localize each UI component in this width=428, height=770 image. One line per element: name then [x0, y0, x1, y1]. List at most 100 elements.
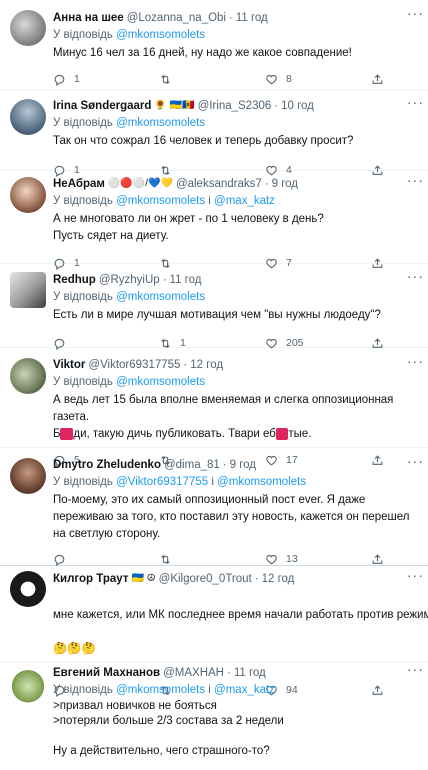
timestamp[interactable]: 9 год — [272, 176, 298, 192]
reply-button[interactable] — [53, 553, 159, 566]
reply-mention[interactable]: @Viktor69317755 — [116, 476, 208, 488]
reply-context: У відповідь @mkomsomolets — [53, 115, 420, 131]
timestamp[interactable]: 9 год — [230, 457, 256, 473]
author-handle[interactable]: @Kilgore0_0Trout — [159, 571, 252, 587]
author-handle[interactable]: @Viktor69317755 — [88, 357, 180, 373]
avatar[interactable] — [10, 458, 46, 494]
avatar[interactable] — [10, 99, 46, 135]
tweet-header: Килгор Траут 🇺🇦 ☮ @Kilgore0_0Trout · 12 … — [53, 571, 420, 587]
more-icon[interactable]: ··· — [407, 6, 424, 20]
author-flags: 🇺🇦 ☮ — [131, 573, 156, 584]
more-icon[interactable]: ··· — [407, 269, 424, 283]
timestamp[interactable]: 11 год — [170, 272, 202, 288]
tweet-text-line: мне кажется, или МК последнее время нача… — [53, 609, 428, 621]
author-name[interactable]: Dmytro Zheludenko — [53, 457, 161, 473]
author-name[interactable]: Viktor — [53, 357, 85, 373]
retweet-icon — [161, 74, 170, 84]
more-icon[interactable]: ··· — [407, 354, 424, 368]
author-name[interactable]: НеАбрам — [53, 176, 105, 192]
timestamp[interactable]: 11 год — [234, 665, 266, 681]
more-icon[interactable]: ··· — [407, 454, 424, 468]
reply-button[interactable]: 1 — [53, 73, 159, 86]
tweet[interactable]: НеАбрам ⚪🔴⚪/💙💛 @aleksandraks7 · 9 год У … — [0, 171, 428, 270]
more-icon[interactable]: ··· — [407, 662, 424, 676]
reply-mention[interactable]: @max_katz — [214, 195, 275, 207]
timestamp[interactable]: 12 год — [262, 571, 295, 587]
reply-mention[interactable]: @mkomsomolets — [116, 291, 205, 303]
reply-mention[interactable]: @mkomsomolets — [116, 29, 205, 41]
author-handle[interactable]: @Irina_S2306 — [198, 98, 272, 114]
separator-dot: · — [264, 178, 269, 190]
heart-icon — [266, 554, 277, 564]
reply-mention[interactable]: @mkomsomolets — [116, 195, 205, 207]
tweet-header: Евгений Махнанов @MAXHAH · 11 год — [53, 665, 420, 681]
tweet[interactable]: Евгений Махнанов @MAXHAH · 11 год У відп… — [0, 662, 428, 770]
reply-context: У відповідь @mkomsomolets і @max_katz — [53, 682, 420, 698]
reply-context: У відповідь @mkomsomolets і @max_katz — [53, 193, 420, 209]
timestamp[interactable]: 12 год — [190, 357, 223, 373]
author-flags: ⚪🔴⚪/💙💛 — [107, 178, 173, 189]
tweet-text: Так он что сожрал 16 человек и теперь до… — [53, 135, 354, 147]
author-handle[interactable]: @RyzhyiUp — [99, 272, 160, 288]
reply-mention[interactable]: @mkomsomolets — [116, 117, 205, 129]
avatar[interactable] — [10, 358, 46, 394]
retweet-button[interactable] — [159, 73, 265, 86]
reply-icon — [54, 554, 65, 566]
reply-mention[interactable]: @max_katz — [214, 684, 275, 696]
share-button[interactable] — [371, 553, 384, 566]
author-name[interactable]: Redhup — [53, 272, 96, 288]
reply-mention[interactable]: @mkomsomolets — [217, 476, 306, 488]
author-flags: 🌻 🇺🇦🇲🇩 — [154, 100, 195, 111]
like-button[interactable]: 13 — [265, 553, 371, 566]
separator-dot: · — [228, 12, 233, 24]
like-button[interactable]: 8 — [265, 73, 371, 86]
author-name[interactable]: Анна на шее — [53, 10, 124, 26]
tweet[interactable]: Viktor @Viktor69317755 · 12 год У відпов… — [0, 348, 428, 467]
tweet[interactable]: Анна на шее @Lozanna_na_Obi · 11 год У в… — [0, 0, 428, 91]
share-icon — [372, 553, 383, 564]
reply-context: У відповідь @mkomsomolets — [53, 289, 420, 305]
avatar[interactable] — [10, 10, 46, 46]
author-name[interactable]: Irina Søndergaard — [53, 98, 151, 114]
tweet-header: Viktor @Viktor69317755 · 12 год — [53, 357, 420, 373]
like-count: 8 — [286, 73, 292, 85]
share-button[interactable] — [371, 73, 384, 86]
timestamp[interactable]: 11 год — [236, 10, 268, 26]
reply-prefix: У відповідь — [53, 291, 113, 303]
reply-prefix: У відповідь — [53, 117, 113, 129]
author-name[interactable]: Килгор Траут — [53, 571, 128, 587]
timestamp[interactable]: 10 год — [281, 98, 314, 114]
avatar[interactable] — [10, 571, 46, 607]
retweet-button[interactable] — [159, 553, 265, 566]
tweet-content: Irina Søndergaard 🌻 🇺🇦🇲🇩 @Irina_S2306 · … — [53, 98, 420, 178]
avatar[interactable] — [10, 272, 46, 308]
reply-feed: Анна на шее @Lozanna_na_Obi · 11 год У в… — [0, 0, 428, 770]
separator-dot: · — [222, 459, 227, 471]
reply-and: і — [208, 195, 211, 207]
tweet[interactable]: Килгор Траут 🇺🇦 ☮ @Kilgore0_0Trout · 12 … — [0, 566, 428, 697]
author-handle[interactable]: @MAXHAH — [163, 665, 224, 681]
reply-mention[interactable]: @mkomsomolets — [116, 684, 205, 696]
more-icon[interactable]: ··· — [407, 173, 424, 187]
author-handle[interactable]: @aleksandraks7 — [176, 176, 262, 192]
reply-mention[interactable]: @mkomsomolets — [116, 376, 205, 388]
more-icon[interactable]: ··· — [407, 568, 424, 582]
tweet-content: Dmytro Zheludenko @dima_81 · 9 год У від… — [53, 457, 420, 567]
share-icon — [372, 73, 383, 84]
reply-prefix: У відповідь — [53, 376, 113, 388]
tweet[interactable]: Dmytro Zheludenko @dima_81 · 9 год У від… — [0, 448, 428, 566]
like-count: 13 — [286, 553, 298, 565]
text-segment: тые. — [288, 428, 312, 440]
tweet[interactable]: Redhup @RyzhyiUp · 11 год У відповідь @m… — [0, 264, 428, 350]
author-handle[interactable]: @Lozanna_na_Obi — [127, 10, 226, 26]
tweet-actions: 13 — [53, 551, 420, 567]
tweet[interactable]: Irina Søndergaard 🌻 🇺🇦🇲🇩 @Irina_S2306 · … — [0, 91, 428, 177]
avatar[interactable] — [10, 177, 46, 213]
separator-dot: · — [183, 359, 188, 371]
separator-dot: · — [226, 667, 231, 679]
author-handle[interactable]: @dima_81 — [164, 457, 220, 473]
author-name[interactable]: Евгений Махнанов — [53, 665, 160, 681]
tweet-text-line: Бляди, такую дичь публиковать. Твари еба… — [53, 426, 420, 443]
avatar[interactable] — [10, 670, 46, 706]
more-icon[interactable]: ··· — [407, 95, 424, 109]
